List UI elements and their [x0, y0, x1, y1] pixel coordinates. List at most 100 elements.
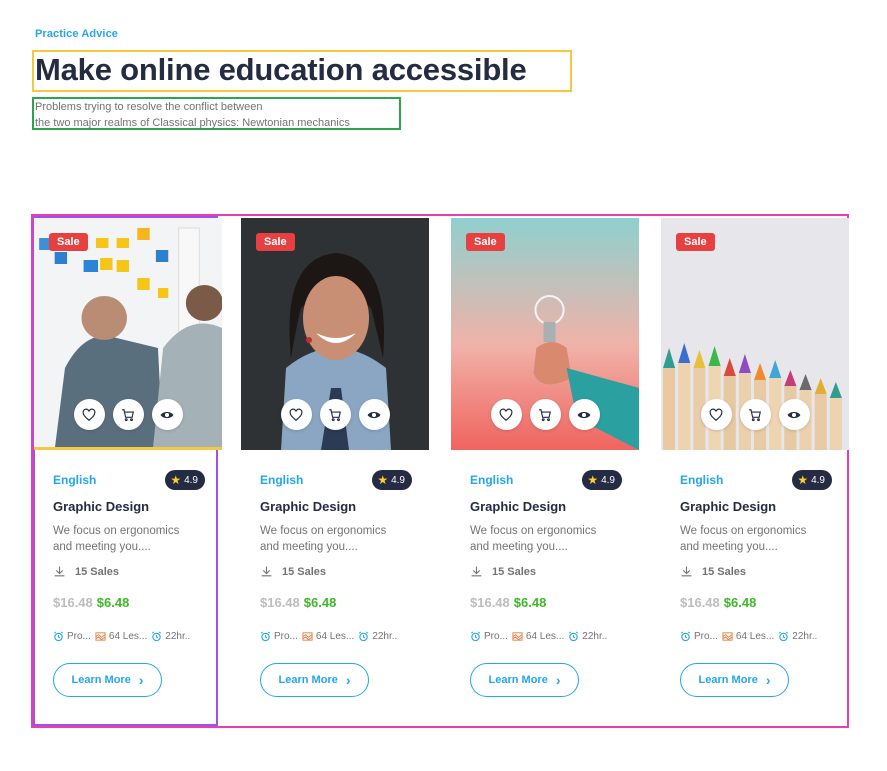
learn-more-label: Learn More	[698, 674, 758, 686]
star-icon: ★	[797, 473, 809, 487]
meta-duration-label: Pro...	[484, 631, 508, 642]
sales-text: 15 Sales	[492, 565, 537, 578]
alarm-icon	[470, 631, 481, 642]
sale-badge: Sale	[49, 233, 88, 251]
product-image[interactable]: Sale	[451, 218, 639, 450]
download-icon	[681, 566, 692, 577]
heart-icon	[499, 408, 513, 421]
quick-view-button[interactable]	[358, 399, 390, 430]
cart-icon	[539, 408, 551, 421]
product-description: We focus on ergonomics and meeting you...…	[470, 523, 630, 555]
product-image[interactable]: Sale	[661, 218, 849, 450]
alarm-icon	[569, 631, 579, 642]
learn-more-button[interactable]: Learn More ›	[470, 663, 579, 697]
learn-more-button[interactable]: Learn More ›	[680, 663, 789, 697]
product-image[interactable]: Sale	[34, 218, 222, 450]
old-price: $16.48	[53, 595, 93, 610]
wishlist-button[interactable]	[73, 399, 105, 430]
product-title[interactable]: Graphic Design	[260, 499, 412, 514]
wishlist-button[interactable]	[280, 399, 312, 430]
description-line: We focus on ergonomics	[680, 525, 807, 537]
product-image[interactable]: Sale	[241, 218, 429, 450]
product-title[interactable]: Graphic Design	[680, 499, 832, 514]
product-card[interactable]: Sale English ★ 4.9 Graphic Design We focu…	[661, 218, 849, 718]
meta-lessons: 64 Les...	[735, 631, 775, 642]
sales-text: 15 Sales	[75, 565, 120, 578]
subtitle-line: Problems trying to resolve the conflict …	[35, 101, 263, 113]
learn-more-button[interactable]: Learn More ›	[53, 663, 162, 697]
star-icon: ★	[170, 473, 182, 487]
chart-icon	[512, 632, 523, 641]
product-description: We focus on ergonomics and meeting you...…	[53, 523, 213, 555]
download-icon	[471, 566, 482, 577]
chart-icon	[302, 632, 313, 641]
rating-badge: ★ 4.9	[165, 470, 205, 490]
card-body: English ★ 4.9 Graphic Design We focus on …	[470, 470, 622, 697]
eye-icon	[160, 411, 174, 418]
star-icon: ★	[587, 473, 599, 487]
sales-count: 15 Sales	[53, 565, 205, 578]
add-to-cart-button[interactable]	[112, 399, 144, 430]
rating-badge: ★ 4.9	[792, 470, 832, 490]
sales-count: 15 Sales	[470, 565, 622, 578]
wishlist-button[interactable]	[490, 399, 522, 430]
course-meta: Pro... 64 Les... 22hr..	[680, 631, 832, 642]
quick-view-button[interactable]	[568, 399, 600, 430]
meta-lessons: 64 Les...	[525, 631, 565, 642]
product-title[interactable]: Graphic Design	[470, 499, 622, 514]
star-icon: ★	[377, 473, 389, 487]
add-to-cart-button[interactable]	[739, 399, 771, 430]
sales-count: 15 Sales	[680, 565, 832, 578]
meta-hours: 22hr..	[372, 631, 398, 642]
description-line: We focus on ergonomics	[260, 525, 387, 537]
chart-icon	[722, 632, 733, 641]
meta-duration-label: Pro...	[274, 631, 298, 642]
card-actions	[661, 399, 849, 430]
category-link[interactable]: English	[680, 473, 723, 487]
wishlist-button[interactable]	[700, 399, 732, 430]
meta-lessons: 64 Les...	[108, 631, 148, 642]
quick-view-button[interactable]	[151, 399, 183, 430]
meta-duration-label: Pro...	[694, 631, 718, 642]
add-to-cart-button[interactable]	[319, 399, 351, 430]
category-link[interactable]: English	[470, 473, 513, 487]
course-meta: Pro... 64 Les... 22hr..	[470, 631, 622, 642]
alarm-icon	[359, 631, 369, 642]
product-card[interactable]: Sale English ★ 4.9 Graphic Design We focu…	[451, 218, 639, 718]
description-line: and meeting you....	[260, 541, 358, 553]
old-price: $16.48	[470, 595, 510, 610]
sale-badge: Sale	[256, 233, 295, 251]
product-title[interactable]: Graphic Design	[53, 499, 205, 514]
chevron-right-icon: ›	[765, 672, 771, 688]
heart-icon	[709, 408, 723, 421]
price-group: $16.48 $6.48	[680, 595, 832, 610]
add-to-cart-button[interactable]	[529, 399, 561, 430]
sale-badge: Sale	[676, 233, 715, 251]
card-body: English ★ 4.9 Graphic Design We focus on …	[680, 470, 832, 697]
product-description: We focus on ergonomics and meeting you...…	[680, 523, 840, 555]
product-card[interactable]: Sale English ★ 4.9 Graphic Design We focu…	[34, 218, 222, 718]
description-line: We focus on ergonomics	[53, 525, 180, 537]
eye-icon	[577, 411, 591, 418]
learn-more-label: Learn More	[71, 674, 131, 686]
product-card[interactable]: Sale English ★ 4.9 Graphic Design We focu…	[241, 218, 429, 718]
category-link[interactable]: English	[260, 473, 303, 487]
card-body: English ★ 4.9 Graphic Design We focus on …	[260, 470, 412, 697]
price-group: $16.48 $6.48	[470, 595, 622, 610]
learn-more-button[interactable]: Learn More ›	[260, 663, 369, 697]
category-link[interactable]: English	[53, 473, 96, 487]
chart-icon	[95, 632, 106, 641]
sales-text: 15 Sales	[282, 565, 327, 578]
sale-badge: Sale	[466, 233, 505, 251]
download-icon	[54, 566, 65, 577]
meta-hours: 22hr..	[792, 631, 818, 642]
learn-more-label: Learn More	[488, 674, 548, 686]
quick-view-button[interactable]	[778, 399, 810, 430]
section-subtitle: Problems trying to resolve the conflict …	[35, 99, 350, 131]
subtitle-line: the two major realms of Classical physic…	[35, 117, 350, 129]
eye-icon	[367, 411, 381, 418]
new-price: $6.48	[96, 595, 130, 610]
heart-icon	[82, 408, 96, 421]
cart-icon	[122, 408, 134, 421]
eye-icon	[787, 411, 801, 418]
